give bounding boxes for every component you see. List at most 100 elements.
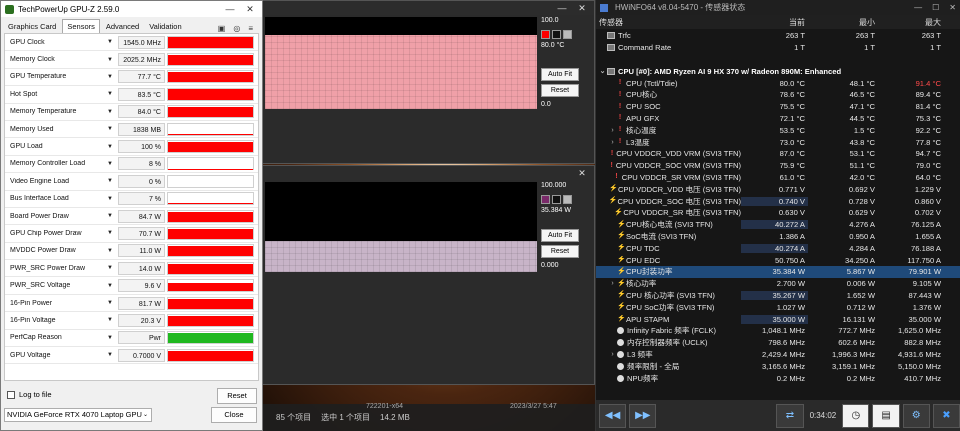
network-icon[interactable]: ⇄: [776, 403, 804, 428]
collapse-chevron-icon[interactable]: ⌄: [598, 67, 607, 75]
close-icon[interactable]: ✕: [574, 168, 590, 179]
sensor-graph[interactable]: [167, 261, 254, 275]
reset-button[interactable]: Reset: [541, 245, 579, 258]
clock-icon[interactable]: ◷: [842, 403, 870, 428]
sensor-row[interactable]: › ⚡ 核心功率 2.700 W 0.006 W 9.105 W: [596, 278, 960, 290]
sensor-dropdown-icon[interactable]: ▼: [105, 335, 115, 341]
sensor-row[interactable]: ! CPU VDDCR_SOC VRM (SVI3 TFN) 75.9 °C 51.1…: [596, 160, 960, 172]
sensor-graph[interactable]: [167, 122, 254, 136]
close-button[interactable]: Close: [211, 407, 257, 423]
sensor-graph[interactable]: [167, 226, 254, 240]
auto-fit-button[interactable]: Auto Fit: [541, 229, 579, 242]
sensor-dropdown-icon[interactable]: ▼: [105, 126, 115, 132]
sensor-graph[interactable]: [167, 348, 254, 362]
menu-icon[interactable]: ≡: [248, 24, 253, 33]
sensor-row[interactable]: ! CPU VDDCR_VDD VRM (SVI3 TFN) 87.0 °C 53.1…: [596, 148, 960, 160]
sensor-row[interactable]: Trfc 263 T 263 T 263 T: [596, 30, 960, 42]
sensor-row[interactable]: ! CPU (Tctl/Tdie) 80.0 °C 48.1 °C 91.4 °C: [596, 77, 960, 89]
sensor-row[interactable]: ⚡ CPU VDDCR_VDD 电压 (SVI3 TFN) 0.771 V 0.692…: [596, 183, 960, 195]
sensor-dropdown-icon[interactable]: ▼: [105, 283, 115, 289]
color-swatch-black[interactable]: [552, 195, 561, 204]
sensor-dropdown-icon[interactable]: ▼: [105, 57, 115, 63]
checkbox-box[interactable]: [7, 390, 15, 399]
sensor-row[interactable]: NPU频率 0.2 MHz 0.2 MHz 410.7 MHz: [596, 372, 960, 384]
sensor-dropdown-icon[interactable]: ▼: [105, 248, 115, 254]
gpu-select-dropdown[interactable]: NVIDIA GeForce RTX 4070 Laptop GPU ⌄: [4, 408, 152, 422]
close-icon[interactable]: ✕: [242, 4, 258, 15]
sensor-row[interactable]: Command Rate 1 T 1 T 1 T: [596, 42, 960, 54]
sensor-graph[interactable]: [167, 174, 254, 188]
sensor-row[interactable]: › L3 频率 2,429.4 MHz 1,996.3 MHz 4,931.6 MHz: [596, 349, 960, 361]
sensor-graph[interactable]: [167, 70, 254, 84]
minimize-icon[interactable]: —: [222, 4, 238, 14]
color-swatch-black[interactable]: [552, 30, 561, 39]
sensor-row[interactable]: 内存控制器频率 (UCLK) 798.6 MHz 602.6 MHz 882.8 MH…: [596, 337, 960, 349]
sensor-graph[interactable]: [167, 35, 254, 49]
sensor-dropdown-icon[interactable]: ▼: [105, 178, 115, 184]
sensor-row[interactable]: ⚡ SoC电流 (SVI3 TFN) 1.386 A 0.950 A 1.655 A: [596, 231, 960, 243]
nav-left-button[interactable]: ◀◀: [599, 403, 627, 428]
sensor-row[interactable]: ›! 核心温度 53.5 °C 1.5 °C 92.2 °C: [596, 124, 960, 136]
expand-chevron-icon[interactable]: ›: [608, 127, 617, 134]
close-icon[interactable]: ✕: [949, 3, 956, 12]
sensor-row[interactable]: ! APU GFX 72.1 °C 44.5 °C 75.3 °C: [596, 113, 960, 125]
minimize-icon[interactable]: —: [554, 3, 570, 13]
sensor-row[interactable]: ›! L3温度 73.0 °C 43.8 °C 77.8 °C: [596, 136, 960, 148]
sensor-row[interactable]: Infinity Fabric 频率 (FCLK) 1,048.1 MHz 772.…: [596, 325, 960, 337]
sensor-row[interactable]: 频率限制 - 全局 3,165.6 MHz 3,159.1 MHz 5,150.0 M…: [596, 360, 960, 372]
sensor-dropdown-icon[interactable]: ▼: [105, 39, 115, 45]
col-min[interactable]: 最小: [808, 17, 878, 28]
sensor-dropdown-icon[interactable]: ▼: [105, 300, 115, 306]
sensor-graph[interactable]: [167, 209, 254, 223]
report-add-icon[interactable]: ▤: [872, 403, 900, 428]
sensor-dropdown-icon[interactable]: ▼: [105, 317, 115, 323]
refresh-icon[interactable]: ◎: [233, 24, 240, 33]
reset-button[interactable]: Reset: [217, 388, 257, 404]
sensor-row[interactable]: ⚡ CPU封装功率 35.384 W 5.867 W 79.901 W: [596, 265, 960, 278]
minimize-icon[interactable]: —: [914, 3, 922, 12]
sensor-dropdown-icon[interactable]: ▼: [105, 144, 115, 150]
color-swatch-red[interactable]: [541, 30, 550, 39]
sensor-dropdown-icon[interactable]: ▼: [105, 265, 115, 271]
color-swatch-gray[interactable]: [563, 195, 572, 204]
expand-chevron-icon[interactable]: ›: [608, 351, 617, 358]
sensor-dropdown-icon[interactable]: ▼: [105, 196, 115, 202]
reset-button[interactable]: Reset: [541, 84, 579, 97]
sensor-row[interactable]: ⚡ CPU VDDCR_SOC 电压 (SVI3 TFN) 0.740 V 0.728…: [596, 195, 960, 207]
sensor-graph[interactable]: [167, 279, 254, 293]
expand-chevron-icon[interactable]: ›: [608, 139, 617, 146]
sensor-row[interactable]: ! CPU核心 78.6 °C 46.5 °C 89.4 °C: [596, 89, 960, 101]
sensor-dropdown-icon[interactable]: ▼: [105, 213, 115, 219]
close-x-icon[interactable]: ✖: [932, 403, 960, 428]
sensor-dropdown-icon[interactable]: ▼: [105, 352, 115, 358]
sensor-row[interactable]: ⚡ CPU EDC 50.750 A 34.250 A 117.750 A: [596, 254, 960, 266]
log-to-file-checkbox[interactable]: Log to file: [7, 390, 52, 399]
sensor-dropdown-icon[interactable]: ▼: [105, 74, 115, 80]
close-icon[interactable]: ✕: [574, 3, 590, 14]
color-swatch-purple[interactable]: [541, 195, 550, 204]
color-swatch-gray[interactable]: [563, 30, 572, 39]
sensor-graph-window-temp[interactable]: — ✕ 100.0 80.0 °C Auto Fit Reset 0.0: [262, 0, 595, 164]
sensor-graph[interactable]: [167, 157, 254, 171]
gpuz-window[interactable]: TechPowerUp GPU-Z 2.59.0 — ✕ Graphics Ca…: [0, 0, 263, 431]
tab-sensors[interactable]: Sensors: [62, 19, 100, 33]
sensor-group-row[interactable]: ⌄ CPU [#0]: AMD Ryzen AI 9 HX 370 w/ Rade…: [596, 65, 960, 77]
sensor-dropdown-icon[interactable]: ▼: [105, 91, 115, 97]
sensor-row[interactable]: ⚡ CPU核心电流 (SVI3 TFN) 40.272 A 4.276 A 76.125…: [596, 219, 960, 231]
nav-right-button[interactable]: ▶▶: [629, 403, 657, 428]
sensor-dropdown-icon[interactable]: ▼: [105, 230, 115, 236]
sensor-graph[interactable]: [167, 192, 254, 206]
sensor-graph[interactable]: [167, 87, 254, 101]
col-current[interactable]: 当前: [741, 17, 808, 28]
settings-gear-icon[interactable]: ⚙: [902, 403, 930, 428]
sensor-graph[interactable]: [167, 53, 254, 67]
tab-advanced[interactable]: Advanced: [102, 20, 143, 33]
sensor-graph[interactable]: [167, 105, 254, 119]
sensor-row[interactable]: ⚡ CPU SoC功率 (SVI3 TFN) 1.027 W 0.712 W 1.376…: [596, 301, 960, 313]
sensor-row[interactable]: ⚡ APU STAPM 35.000 W 16.131 W 35.000 W: [596, 313, 960, 325]
sensor-row[interactable]: [596, 54, 960, 66]
maximize-icon[interactable]: ☐: [932, 3, 939, 12]
sensor-graph[interactable]: [167, 140, 254, 154]
sensor-graph[interactable]: [167, 313, 254, 327]
sensor-graph-window-power[interactable]: ✕ 100.000 35.384 W Auto Fit Reset 0.000: [262, 165, 595, 385]
